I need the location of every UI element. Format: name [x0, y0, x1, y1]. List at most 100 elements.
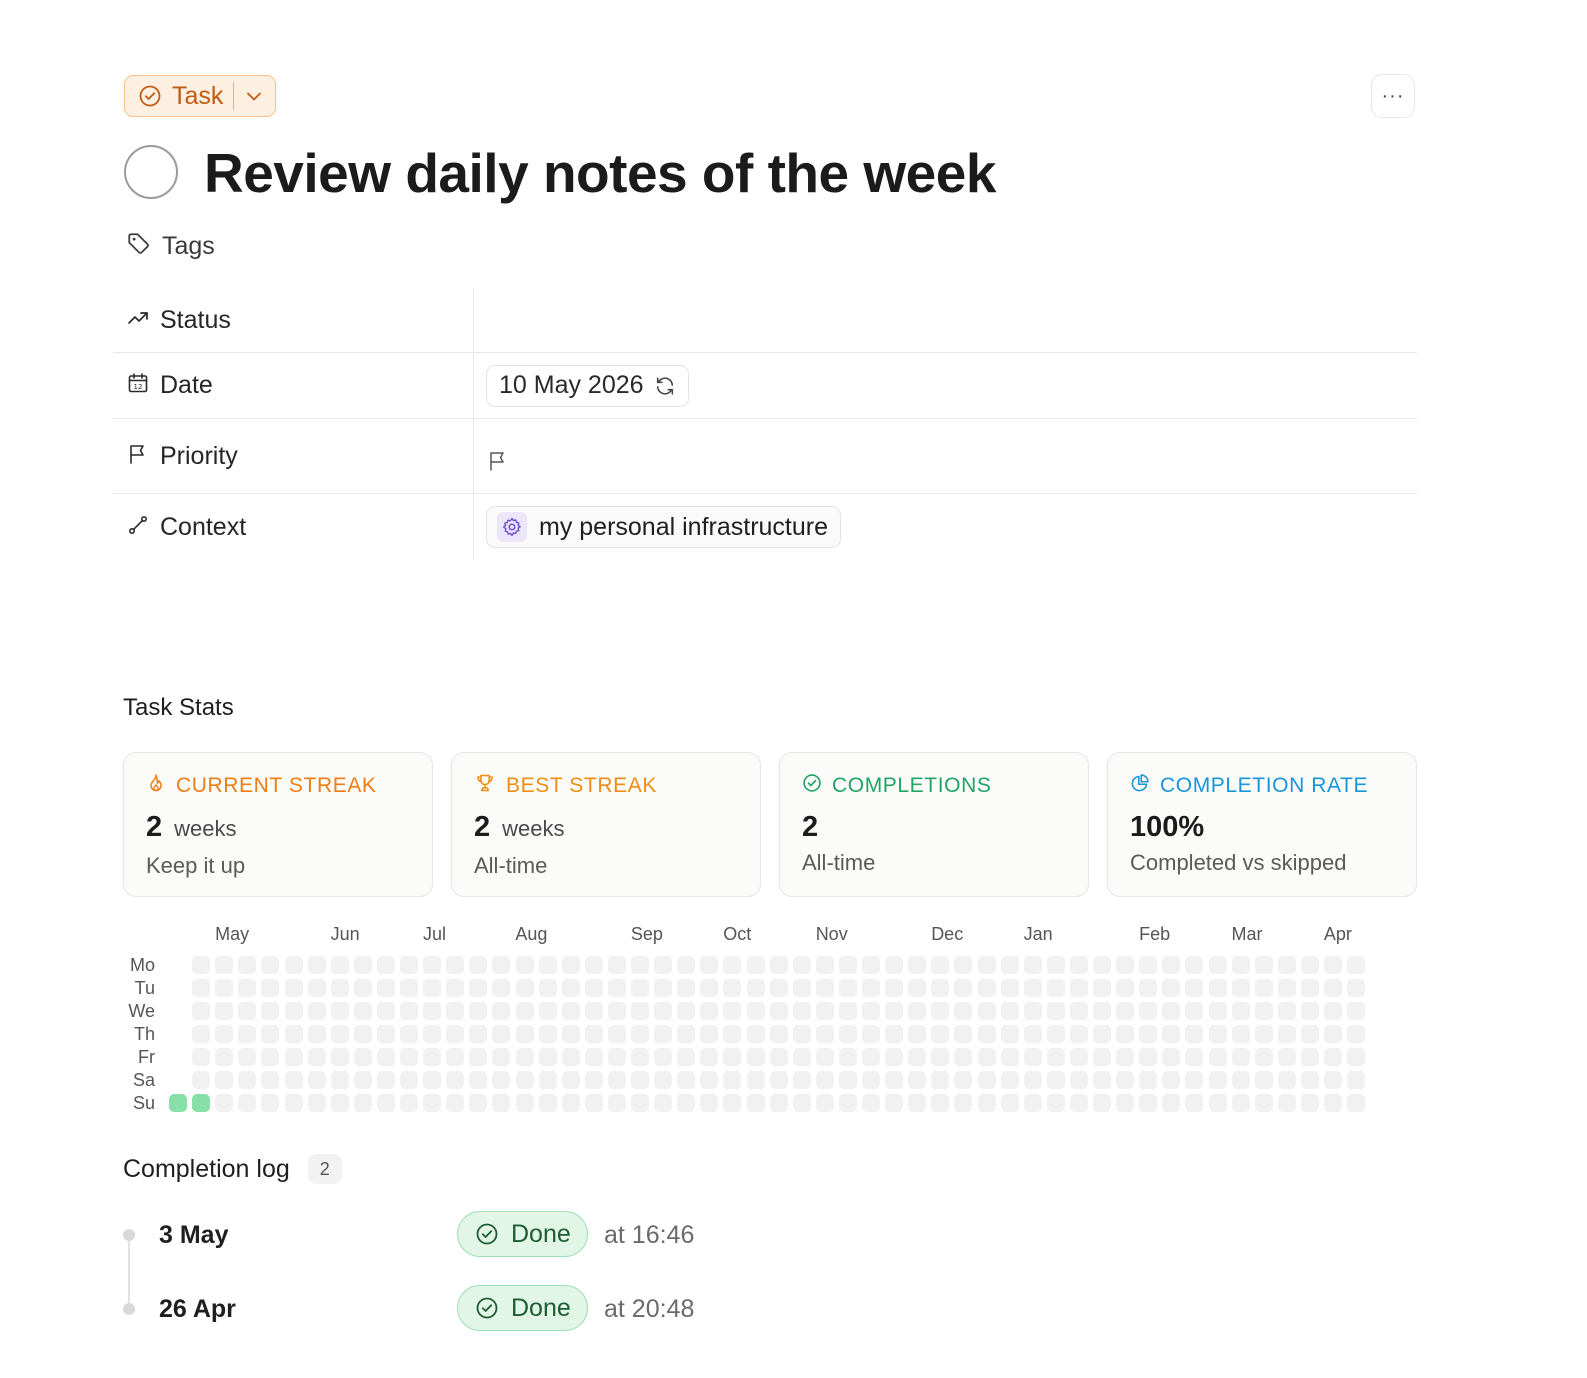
heatmap-cell — [307, 1048, 326, 1066]
heatmap-cell — [192, 1048, 211, 1066]
property-row-context: Context my personal infrastructure — [113, 494, 1417, 560]
task-stats-title: Task Stats — [123, 694, 234, 721]
heatmap-cell — [1069, 1071, 1088, 1089]
heatmap-cell — [1000, 1002, 1019, 1020]
heatmap-cell — [1231, 1048, 1250, 1066]
card-value: 2 — [802, 811, 819, 843]
tags-field[interactable]: Tags — [126, 231, 215, 262]
chevron-down-icon[interactable] — [242, 84, 266, 108]
pie-chart-icon — [1130, 773, 1150, 798]
heatmap-cell — [885, 1002, 904, 1020]
heatmap-cell — [400, 979, 418, 997]
properties-table: Status 12 Date 10 May 2026 Priority Cont… — [113, 288, 1417, 560]
log-time: at 16:46 — [604, 1221, 695, 1249]
done-badge[interactable]: Done — [457, 1211, 588, 1257]
log-entry: 3 May Done at 16:46 — [0, 1211, 800, 1259]
heatmap-cell — [677, 1002, 696, 1020]
property-key-priority: Priority — [113, 419, 474, 493]
heatmap-cell — [677, 1094, 696, 1112]
heatmap-cell — [908, 1094, 927, 1112]
heatmap-cell — [1069, 979, 1088, 997]
heatmap-cell — [954, 979, 973, 997]
heatmap-cell — [1000, 1071, 1019, 1089]
heatmap-cell — [723, 1002, 742, 1020]
heatmap-cell — [1162, 979, 1181, 997]
heatmap-cell — [931, 1094, 950, 1112]
heatmap-cell — [307, 1025, 326, 1043]
svg-text:12: 12 — [134, 383, 143, 391]
heatmap-cell — [1254, 1025, 1273, 1043]
more-icon: ··· — [1381, 84, 1405, 107]
heatmap-cell — [1000, 979, 1019, 997]
heatmap-cell — [792, 1048, 811, 1066]
heatmap-cell — [1324, 1025, 1342, 1043]
heatmap-cell — [1069, 1094, 1088, 1112]
heatmap-cell — [584, 1071, 603, 1089]
complete-task-checkbox[interactable] — [124, 145, 178, 199]
card-subtitle: Completed vs skipped — [1130, 850, 1347, 875]
heatmap-cell — [931, 1071, 950, 1089]
heatmap-cell — [400, 1048, 418, 1066]
heatmap-cell — [330, 1002, 349, 1020]
context-value-cell: my personal infrastructure — [474, 494, 1417, 560]
property-key-date: 12 Date — [113, 353, 474, 418]
date-value-cell: 10 May 2026 — [474, 353, 1417, 418]
heatmap-cell — [1300, 1002, 1319, 1020]
priority-flag-icon[interactable] — [486, 449, 510, 473]
property-key-status: Status — [113, 288, 474, 352]
heatmap-cell — [815, 1048, 834, 1066]
heatmap-cell — [1324, 1094, 1342, 1112]
date-picker[interactable]: 10 May 2026 — [486, 364, 689, 407]
heatmap-cell — [631, 1071, 649, 1089]
heatmap-cell — [561, 1071, 580, 1089]
heatmap-cell — [1208, 979, 1227, 997]
gear-icon — [497, 512, 527, 542]
type-selector[interactable]: Task — [124, 75, 276, 117]
type-label: Task — [172, 81, 224, 110]
heatmap-cell — [192, 1094, 211, 1112]
heatmap-cell — [284, 1071, 303, 1089]
done-badge[interactable]: Done — [457, 1285, 588, 1331]
heatmap-cell — [723, 956, 742, 974]
log-status: Done — [511, 1219, 571, 1248]
heatmap-cell — [515, 956, 534, 974]
heatmap-cell — [261, 1071, 280, 1089]
heatmap-cell — [1023, 1002, 1042, 1020]
heatmap-cell — [261, 956, 280, 974]
heatmap-cell — [954, 1071, 973, 1089]
priority-value[interactable] — [474, 419, 1417, 493]
heatmap-cell — [1162, 1094, 1181, 1112]
heatmap-cell — [1162, 1025, 1181, 1043]
more-options-button[interactable]: ··· — [1371, 74, 1415, 118]
count-badge: 2 — [307, 1154, 342, 1184]
heatmap-cell — [977, 1094, 996, 1112]
context-chip[interactable]: my personal infrastructure — [486, 506, 842, 548]
heatmap-cell — [215, 1025, 234, 1043]
heatmap-cell — [1277, 1002, 1296, 1020]
heatmap-cell — [746, 956, 765, 974]
log-time: at 20:48 — [604, 1295, 695, 1323]
month-label: Aug — [515, 924, 548, 944]
heatmap-cell — [1046, 1048, 1065, 1066]
flame-icon — [146, 773, 166, 798]
heatmap-cell — [584, 1002, 603, 1020]
heatmap-cell — [192, 956, 211, 974]
status-value[interactable] — [474, 288, 1417, 352]
heatmap-cell — [723, 1094, 742, 1112]
heatmap-cell — [1254, 1002, 1273, 1020]
heatmap-cell — [746, 979, 765, 997]
heatmap-cell — [1000, 1094, 1019, 1112]
heatmap-cell — [700, 1094, 719, 1112]
page-title[interactable]: Review daily notes of the week — [204, 141, 996, 205]
day-label: Mo — [129, 955, 155, 975]
heatmap-cell — [1116, 1025, 1135, 1043]
heatmap-cell — [215, 979, 234, 997]
heatmap-cell — [769, 1025, 788, 1043]
heatmap-cell — [469, 1071, 488, 1089]
heatmap-cell — [307, 1002, 326, 1020]
heatmap-cell — [1185, 979, 1204, 997]
log-status: Done — [511, 1293, 571, 1322]
repeat-icon — [654, 375, 676, 397]
heatmap-cell — [631, 1025, 649, 1043]
heatmap-cell — [515, 1071, 534, 1089]
